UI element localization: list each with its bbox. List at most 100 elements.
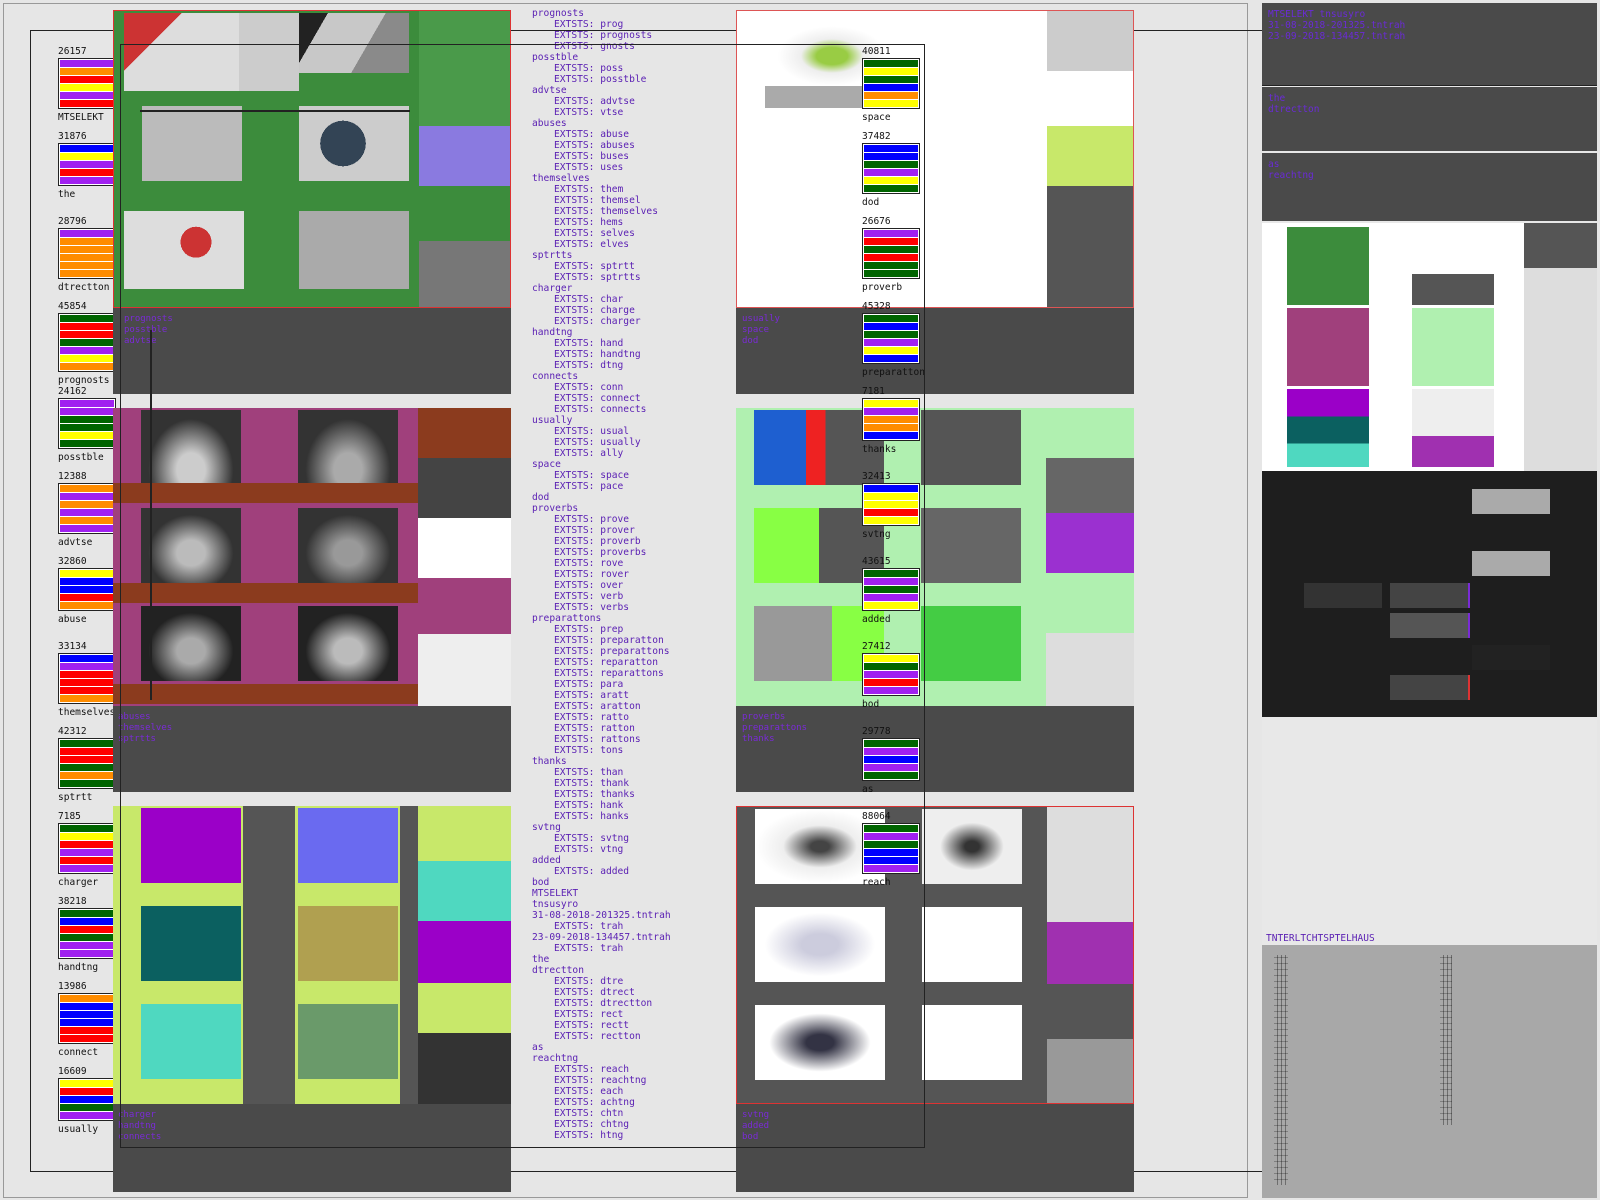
color-bar (60, 509, 114, 516)
color-bar (864, 424, 918, 431)
rp-dark-item-7[interactable] (1390, 675, 1470, 700)
rp-block-2-text: the dtrectton (1268, 93, 1320, 115)
word-entry: charger (532, 283, 573, 294)
rp-dark-item-5[interactable] (1390, 613, 1470, 638)
color-bar (864, 161, 918, 168)
word-label: charger (58, 877, 99, 888)
color-bar (60, 100, 114, 107)
extsts-entry: EXTSTS: abuse (554, 129, 630, 140)
color-bar (864, 254, 918, 261)
word-label: added (862, 614, 891, 625)
color-bar (864, 501, 918, 508)
word-count: 42312 (58, 726, 87, 737)
rp-thumb-3[interactable] (1287, 308, 1369, 386)
magenta-side-column (418, 408, 511, 706)
color-bar (60, 865, 114, 872)
sketch-image-4 (922, 907, 1022, 982)
extsts-entry: EXTSTS: ratton (554, 723, 635, 734)
word-count: 32413 (862, 471, 891, 482)
color-bar (60, 230, 114, 237)
color-bar (60, 570, 114, 577)
extsts-entry: EXTSTS: poss (554, 63, 624, 74)
color-bar (864, 857, 918, 864)
extsts-entry: EXTSTS: tons (554, 745, 624, 756)
panel-magenta-dark[interactable] (113, 408, 511, 706)
rp-dark-item-1[interactable] (1472, 489, 1550, 514)
color-bar (60, 363, 114, 370)
color-bar (60, 169, 114, 176)
panel-2-caption-bg (113, 706, 511, 792)
mosaic-image-3 (299, 13, 409, 73)
rp-thumb-4[interactable] (1412, 308, 1494, 386)
color-bar (60, 1003, 114, 1010)
color-bar (60, 748, 114, 755)
color-bar (864, 347, 918, 354)
color-bar (60, 145, 114, 152)
color-bar (60, 408, 114, 415)
color-bar (60, 910, 114, 917)
panel-colorful[interactable] (113, 806, 511, 1104)
rp-dark-item-4[interactable] (1390, 583, 1470, 608)
rp-header-block: MTSELEKT tnsusyro 31-08-2018-201325.tntr… (1262, 3, 1597, 86)
rp-thumb-2[interactable] (1412, 227, 1494, 305)
panel-lightgreen-grid[interactable] (736, 408, 1134, 706)
word-entry: thanks (532, 756, 567, 767)
extsts-entry: EXTSTS: vtse (554, 107, 624, 118)
rp-thumb-grid[interactable] (1262, 223, 1524, 471)
panel-6-caption-bg (736, 1104, 1134, 1192)
word-entry: handtng (532, 327, 573, 338)
color-bar (60, 525, 114, 532)
rp-thumb-side (1524, 223, 1597, 471)
color-bar (864, 740, 918, 747)
extsts-entry: EXTSTS: posstble (554, 74, 647, 85)
color-bar-stack (58, 993, 116, 1044)
word-label: svtng (862, 529, 891, 540)
color-bar (60, 331, 114, 338)
color-bar (60, 1027, 114, 1034)
rp-thumb-5[interactable] (1287, 389, 1369, 467)
color-bar-stack (862, 313, 920, 364)
sparse-grey-bar (765, 86, 875, 108)
color-bar (864, 60, 918, 67)
word-count: 45854 (58, 301, 87, 312)
rp-thumb-6[interactable] (1412, 389, 1494, 467)
color-bar (864, 323, 918, 330)
word-entry: proverbs (532, 503, 579, 514)
extsts-entry: EXTSTS: advtse (554, 96, 635, 107)
extsts-entry: EXTSTS: thank (554, 778, 630, 789)
rp-dark-item-2[interactable] (1472, 551, 1550, 576)
word-entry: reachtng (532, 1053, 579, 1064)
dark-image-2 (298, 410, 398, 485)
sketch-image-2 (922, 809, 1022, 884)
color-bar (864, 687, 918, 694)
rp-thumb-1[interactable] (1287, 227, 1369, 305)
color-bar (60, 1104, 114, 1111)
extsts-entry: EXTSTS: gnosts (554, 41, 635, 52)
panel-green-mosaic[interactable] (113, 10, 511, 308)
extsts-entry: EXTSTS: htng (554, 1130, 624, 1141)
word-entry: preparattons (532, 613, 602, 624)
color-bar (60, 424, 114, 431)
color-bar (864, 825, 918, 832)
rp-dark-item-3[interactable] (1304, 583, 1382, 608)
color-bar (60, 177, 114, 184)
extsts-entry: EXTSTS: rect (554, 1009, 624, 1020)
color-bar (60, 841, 114, 848)
extsts-word-list: prognosts EXTSTS: prog EXTSTS: prognosts EX… (532, 8, 722, 1141)
word-count: 24162 (58, 386, 87, 397)
word-label: posstble (58, 452, 104, 463)
color-bar (60, 740, 114, 747)
extsts-entry: EXTSTS: themselves (554, 206, 658, 217)
color-bar (864, 493, 918, 500)
color-bar (864, 262, 918, 269)
panel-white-sparse[interactable] (736, 10, 1134, 308)
panel-grey-sketches[interactable] (736, 806, 1134, 1104)
sketch-image-3 (755, 907, 885, 982)
word-entry: space (532, 459, 561, 470)
panel-3-label: charger handtng connects (118, 1110, 162, 1142)
rp-dark-item-6[interactable] (1472, 645, 1550, 670)
panel-4-label: usually space dod (742, 314, 780, 346)
dark-image-1 (141, 410, 241, 485)
word-count: 31876 (58, 131, 87, 142)
color-bar (60, 76, 114, 83)
